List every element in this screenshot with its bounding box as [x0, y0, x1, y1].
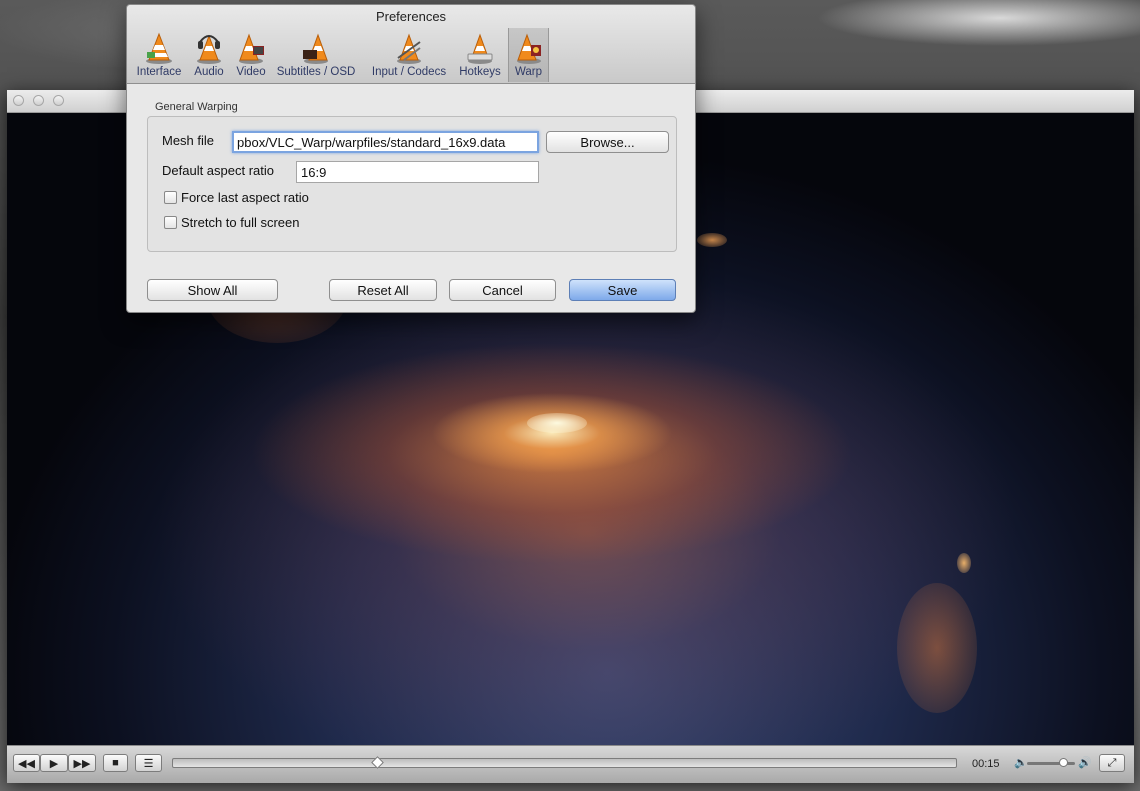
- tab-warp[interactable]: Warp: [508, 28, 549, 82]
- vlc-cone-video-icon: [236, 32, 266, 64]
- preferences-dialog: Preferences Interface Audio Video Subtit…: [126, 4, 696, 313]
- tab-interface[interactable]: Interface: [133, 28, 185, 82]
- tab-audio-label: Audio: [194, 66, 224, 78]
- aspect-ratio-field[interactable]: 16:9: [296, 161, 539, 183]
- cancel-button[interactable]: Cancel: [449, 279, 556, 301]
- volume-max-icon[interactable]: 🔊: [1078, 756, 1092, 769]
- video-glow: [897, 583, 977, 713]
- tab-warp-label: Warp: [514, 66, 543, 78]
- aspect-ratio-label: Default aspect ratio: [162, 163, 275, 178]
- stretch-full-screen-checkbox[interactable]: [164, 216, 177, 229]
- video-spark: [957, 553, 971, 573]
- tab-hotkeys[interactable]: Hotkeys: [457, 28, 503, 82]
- zoom-window-button[interactable]: [53, 95, 64, 106]
- stretch-full-screen-label: Stretch to full screen: [181, 215, 300, 230]
- play-button[interactable]: ▶: [40, 754, 68, 772]
- show-all-button[interactable]: Show All: [147, 279, 278, 301]
- vlc-cone-codecs-icon: [394, 32, 424, 64]
- force-last-aspect-checkbox[interactable]: [164, 191, 177, 204]
- vlc-cone-warp-icon: [514, 32, 544, 64]
- vlc-cone-hotkeys-icon: [465, 32, 495, 64]
- volume-knob[interactable]: [1059, 758, 1068, 767]
- controller-bar: ◀◀ ▶ ▶▶ ■ ☰ 00:15 🔈 🔊 ⤢: [7, 745, 1134, 783]
- seek-bar[interactable]: [172, 756, 957, 769]
- save-button[interactable]: Save: [569, 279, 676, 301]
- tab-video[interactable]: Video: [233, 28, 269, 82]
- elapsed-time: 00:15: [972, 758, 1000, 770]
- mesh-file-field[interactable]: pbox/VLC_Warp/warpfiles/standard_16x9.da…: [232, 131, 539, 153]
- minimize-window-button[interactable]: [33, 95, 44, 106]
- tab-input-codecs[interactable]: Input / Codecs: [367, 28, 451, 82]
- stop-button[interactable]: ■: [103, 754, 128, 772]
- tab-interface-label: Interface: [136, 66, 182, 78]
- play-icon: ▶: [49, 757, 59, 770]
- seek-knob[interactable]: [370, 756, 384, 769]
- video-spark: [697, 233, 727, 247]
- vlc-cone-subtitles-icon: [301, 32, 331, 64]
- rewind-button[interactable]: ◀◀: [13, 754, 40, 772]
- rewind-icon: ◀◀: [18, 757, 35, 770]
- fast-forward-icon: ▶▶: [73, 757, 91, 770]
- tab-hotkeys-label: Hotkeys: [459, 66, 501, 78]
- tab-subtitles-osd-label: Subtitles / OSD: [276, 66, 356, 78]
- close-window-button[interactable]: [13, 95, 24, 106]
- playlist-icon: ☰: [143, 757, 154, 770]
- tab-video-label: Video: [236, 66, 266, 78]
- fast-forward-button[interactable]: ▶▶: [68, 754, 96, 772]
- tab-input-codecs-label: Input / Codecs: [371, 66, 447, 78]
- reset-all-button[interactable]: Reset All: [329, 279, 437, 301]
- video-highlight: [527, 413, 587, 433]
- playlist-button[interactable]: ☰: [135, 754, 162, 772]
- preferences-toolbar: Preferences Interface Audio Video Subtit…: [127, 5, 695, 84]
- tab-audio[interactable]: Audio: [187, 28, 231, 82]
- tab-subtitles-osd[interactable]: Subtitles / OSD: [273, 28, 359, 82]
- vlc-cone-headphones-icon: [194, 32, 224, 64]
- fullscreen-button[interactable]: ⤢: [1099, 754, 1125, 772]
- mesh-file-label: Mesh file: [162, 133, 215, 148]
- browse-button[interactable]: Browse...: [546, 131, 669, 153]
- fullscreen-icon: ⤢: [1107, 756, 1117, 769]
- general-warping-group: Mesh file pbox/VLC_Warp/warpfiles/standa…: [147, 116, 677, 252]
- section-title: General Warping: [155, 101, 238, 113]
- vlc-cone-interface-icon: [144, 32, 174, 64]
- dialog-title: Preferences: [375, 9, 447, 24]
- force-last-aspect-label: Force last aspect ratio: [181, 190, 309, 205]
- stop-icon: ■: [112, 757, 119, 769]
- volume-slider[interactable]: [1027, 758, 1075, 767]
- volume-mute-icon[interactable]: 🔈: [1014, 756, 1028, 769]
